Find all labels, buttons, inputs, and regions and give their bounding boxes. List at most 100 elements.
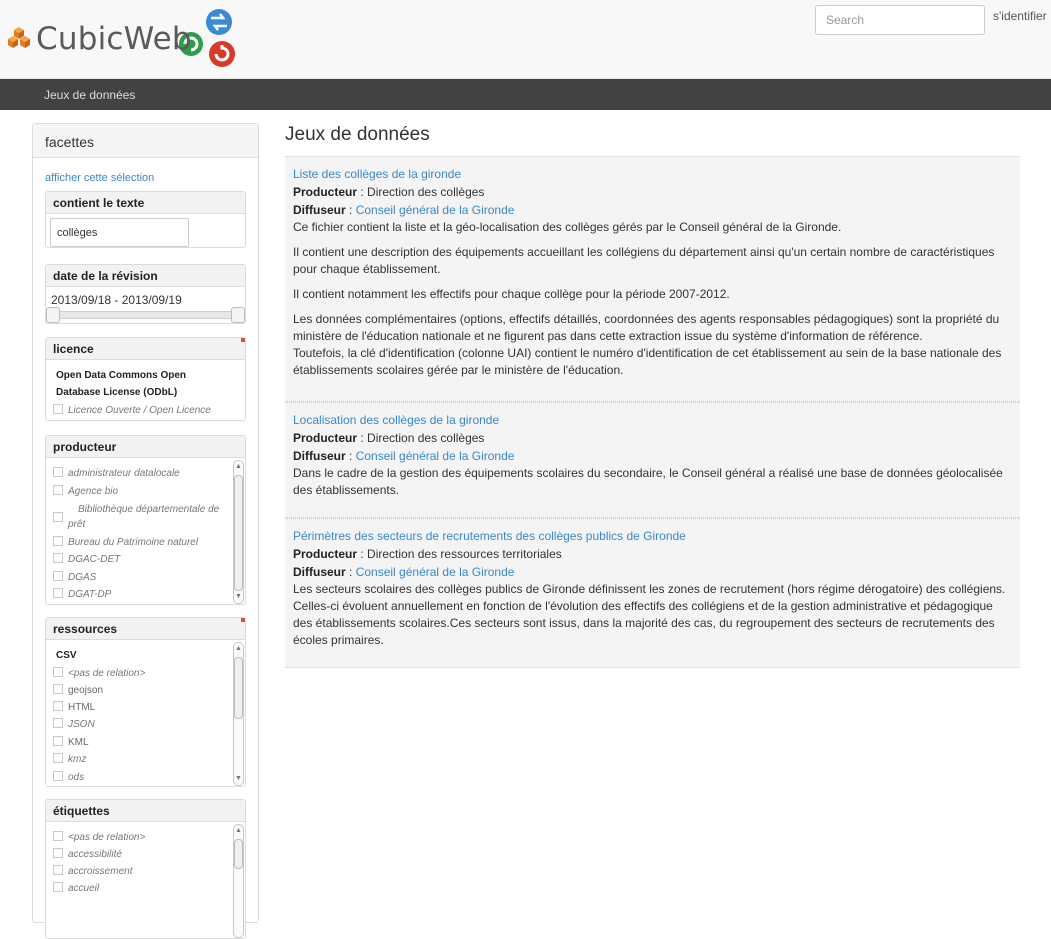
producer-option[interactable]: DGAS [53, 571, 96, 583]
tag-option[interactable]: accueil [53, 882, 99, 894]
producer-line: Producteur : Direction des ressources te… [293, 547, 562, 561]
scroll-up-icon[interactable]: ▲ [234, 826, 243, 836]
producer-option[interactable]: DGAC-DET [53, 553, 120, 565]
checkbox[interactable] [53, 667, 63, 677]
tag-option[interactable]: accroissement [53, 865, 132, 877]
resources-scrollbar[interactable]: ▲ ▼ [233, 642, 244, 786]
logo[interactable]: CubicWeb [6, 4, 246, 72]
slider-handle-end[interactable] [231, 307, 245, 323]
date-slider-track[interactable] [47, 311, 244, 319]
checkbox[interactable] [53, 831, 63, 841]
scroll-down-icon[interactable]: ▼ [234, 592, 243, 602]
text-filter-input[interactable] [50, 218, 189, 247]
dataset-description: Ce fichier contient la liste et la géo-l… [293, 220, 842, 234]
facet-title: étiquettes [46, 800, 245, 822]
active-filter-marker [241, 338, 245, 342]
brand-name: CubicWeb [36, 21, 192, 57]
checkbox[interactable] [53, 467, 63, 477]
resource-option[interactable]: JSON [53, 718, 95, 730]
selected-resource[interactable]: CSV [56, 647, 77, 664]
checkbox[interactable] [53, 882, 63, 892]
login-link[interactable]: s'identifier [993, 9, 1047, 23]
facet-title: licence [46, 338, 245, 360]
checkbox[interactable] [53, 485, 63, 495]
dataset-title-link[interactable]: Liste des collèges de la gironde [293, 165, 1012, 183]
scroll-thumb[interactable] [234, 657, 243, 719]
producer-option[interactable]: DGAT-DP [53, 588, 111, 600]
page-title: Jeux de données [285, 124, 430, 145]
dataset-paragraph: Toutefois, la clé d'identification (colo… [293, 346, 1002, 377]
selected-licence[interactable]: Open Data Commons Open Database License … [56, 367, 226, 401]
search-input[interactable] [815, 5, 985, 35]
resource-option[interactable]: KML [53, 736, 89, 748]
producer-scrollbar[interactable]: ▲ ▼ [233, 460, 244, 604]
facet-resources: ressources CSV <pas de relation> geojson… [45, 617, 246, 787]
checkbox[interactable] [53, 753, 63, 763]
distributor-link[interactable]: Conseil général de la Gironde [356, 203, 515, 217]
dataset-item: Liste des collèges de la gironde Product… [285, 156, 1020, 402]
dataset-title-link[interactable]: Localisation des collèges de la gironde [293, 411, 1012, 429]
checkbox[interactable] [53, 684, 63, 694]
resource-option[interactable]: kmz [53, 753, 86, 765]
facet-tags: étiquettes <pas de relation> accessibili… [45, 799, 246, 939]
producer-value: Direction des collèges [367, 185, 485, 199]
checkbox[interactable] [53, 404, 63, 414]
dataset-title-link[interactable]: Périmètres des secteurs de recrutements … [293, 527, 1012, 545]
facets-title: facettes [33, 124, 258, 158]
checkbox[interactable] [53, 571, 63, 581]
resource-option[interactable]: ods [53, 771, 84, 783]
facet-title: contient le texte [46, 192, 245, 214]
dataset-paragraph: Il contient notamment les effectifs pour… [293, 287, 730, 301]
checkbox[interactable] [53, 865, 63, 875]
slider-handle-start[interactable] [46, 307, 60, 323]
producer-option[interactable]: Bureau du Patrimoine naturel [53, 536, 198, 548]
date-range-value: 2013/09/18 - 2013/09/19 [51, 293, 182, 307]
resource-option[interactable]: geojson [53, 684, 103, 696]
producer-value: Direction des ressources territoriales [367, 547, 562, 561]
facet-title: producteur [46, 436, 245, 458]
facet-producer: producteur administrateur datalocale Age… [45, 435, 246, 605]
producer-value: Direction des collèges [367, 431, 485, 445]
nav-item-datasets[interactable]: Jeux de données [44, 88, 135, 102]
distributor-line: Diffuseur : Conseil général de la Girond… [293, 565, 515, 579]
active-filter-marker [241, 618, 245, 622]
checkbox[interactable] [53, 701, 63, 711]
show-selection-link[interactable]: afficher cette sélection [45, 172, 154, 184]
scroll-up-icon[interactable]: ▲ [234, 462, 243, 472]
checkbox[interactable] [53, 771, 63, 781]
checkbox[interactable] [53, 848, 63, 858]
producer-line: Producteur : Direction des collèges [293, 431, 485, 445]
scroll-down-icon[interactable]: ▼ [234, 774, 243, 784]
facets-panel: facettes afficher cette sélection contie… [32, 123, 259, 939]
producer-option[interactable]: Bibliothèque départementale de prêt [53, 502, 223, 532]
checkbox[interactable] [53, 553, 63, 563]
facet-title: date de la révision [46, 265, 245, 287]
scroll-thumb[interactable] [234, 475, 243, 591]
producer-option[interactable]: administrateur datalocale [53, 467, 180, 479]
facet-licence: licence Open Data Commons Open Database … [45, 337, 246, 421]
resource-option[interactable]: HTML [53, 701, 95, 713]
checkbox[interactable] [53, 536, 63, 546]
dataset-paragraph: Les données complémentaires (options, ef… [293, 312, 1000, 343]
scroll-thumb[interactable] [234, 839, 243, 869]
dataset-paragraph: Il contient une description des équipeme… [293, 245, 995, 276]
producer-line: Producteur : Direction des collèges [293, 185, 485, 199]
distributor-line: Diffuseur : Conseil général de la Girond… [293, 449, 515, 463]
checkbox[interactable] [53, 512, 63, 522]
checkbox[interactable] [53, 718, 63, 728]
navbar: Jeux de données [0, 79, 1051, 110]
producer-option[interactable]: Agence bio [53, 485, 118, 497]
tag-option[interactable]: <pas de relation> [53, 831, 145, 843]
header: CubicWeb s'identifier [0, 0, 1051, 79]
distributor-link[interactable]: Conseil général de la Gironde [356, 565, 515, 579]
tags-scrollbar[interactable]: ▲ [233, 824, 244, 938]
distributor-link[interactable]: Conseil général de la Gironde [356, 449, 515, 463]
tag-option[interactable]: accessibilité [53, 848, 122, 860]
resource-option[interactable]: <pas de relation> [53, 667, 145, 679]
checkbox[interactable] [53, 736, 63, 746]
scroll-up-icon[interactable]: ▲ [234, 644, 243, 654]
checkbox[interactable] [53, 588, 63, 598]
dataset-item: Périmètres des secteurs de recrutements … [285, 518, 1020, 668]
licence-option[interactable]: Licence Ouverte / Open Licence [53, 404, 211, 416]
dataset-description: Dans le cadre de la gestion des équipeme… [293, 466, 1003, 497]
